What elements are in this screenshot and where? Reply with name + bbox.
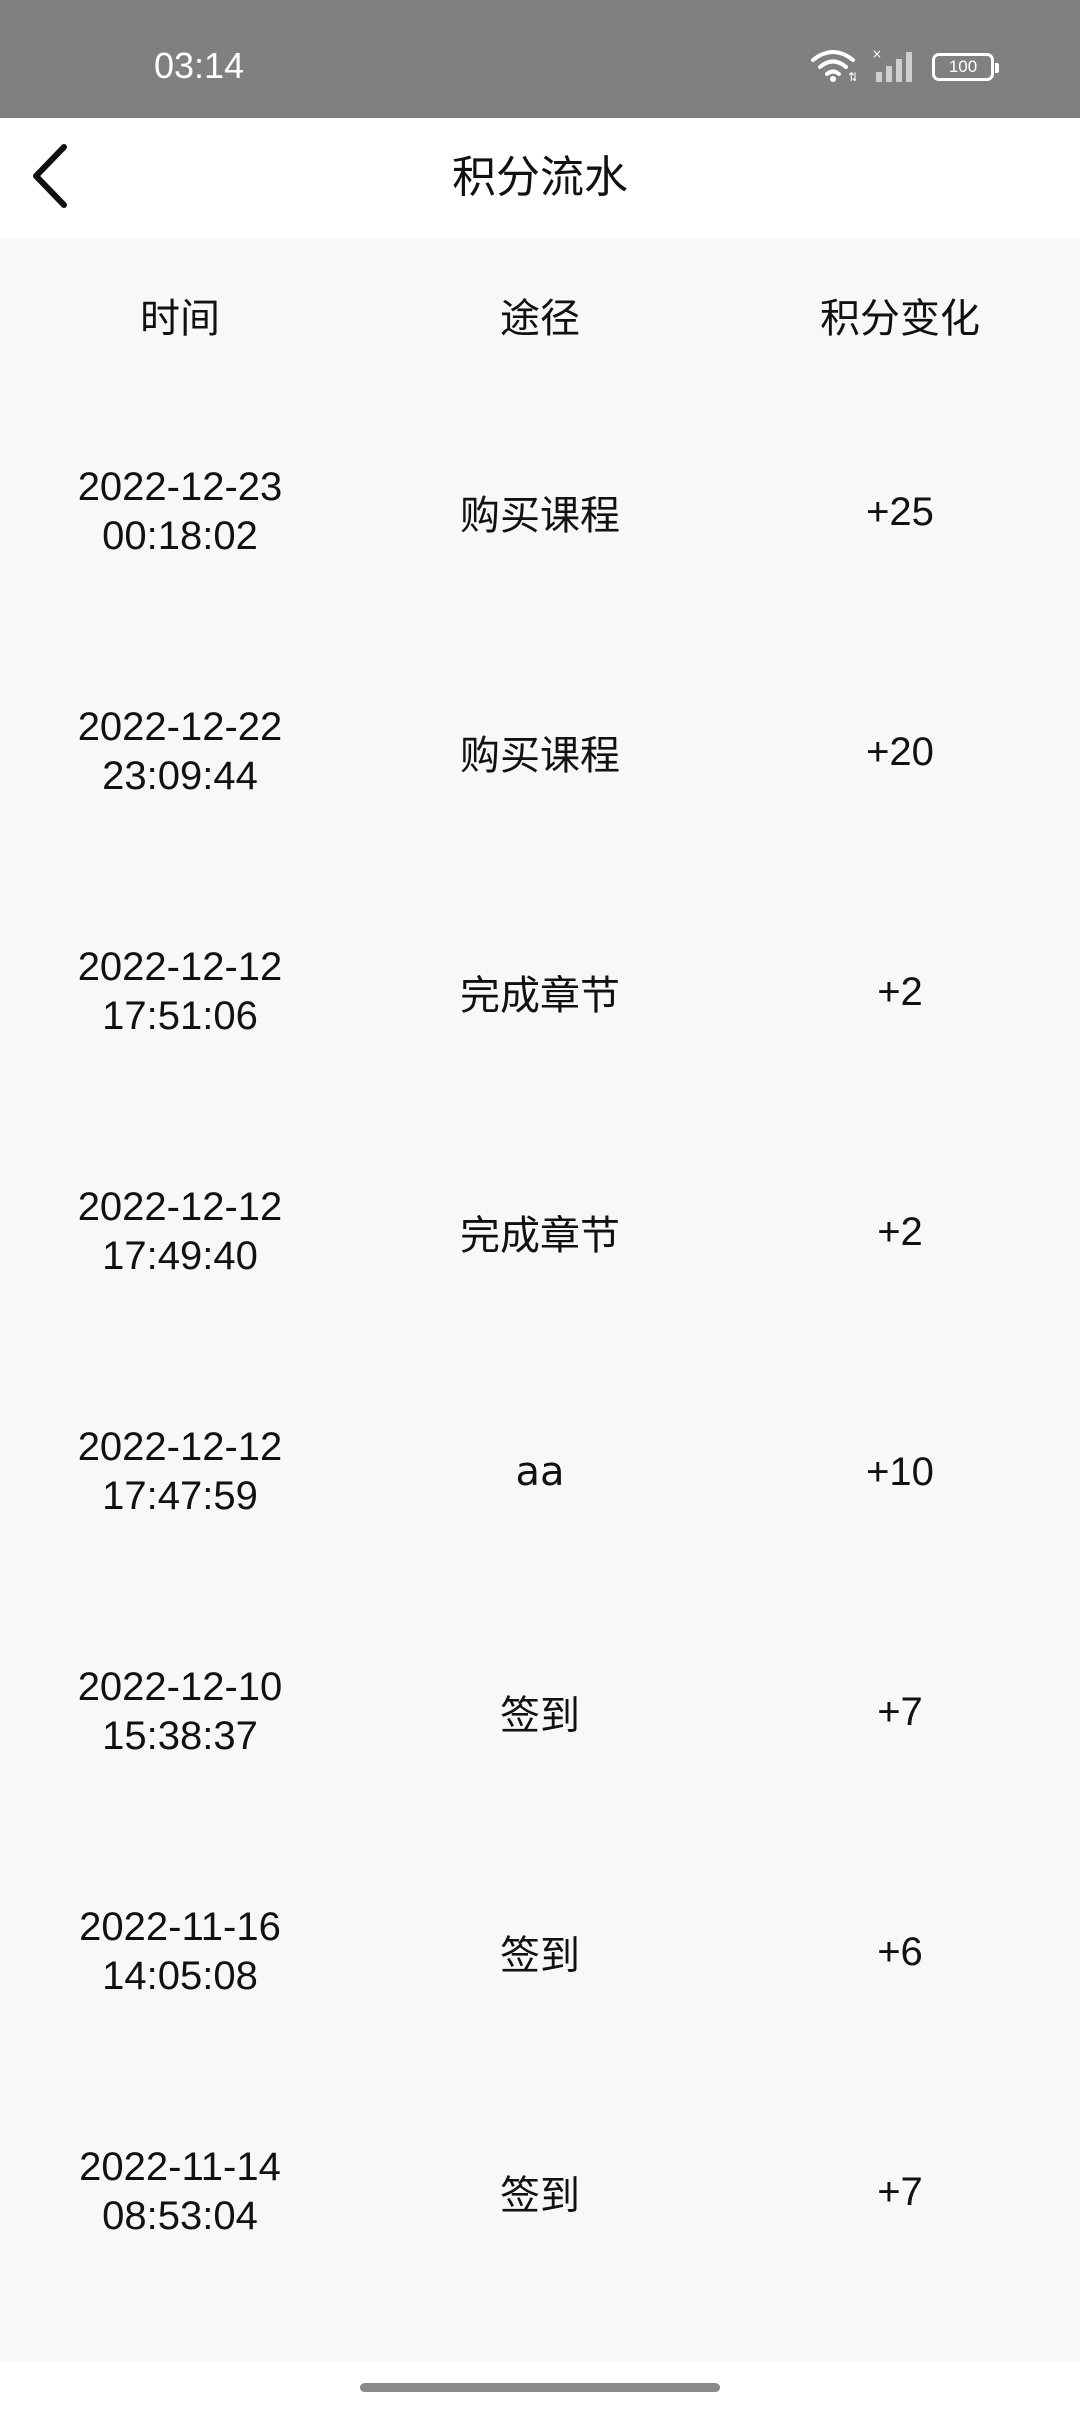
status-time: 03:14 [154, 45, 245, 86]
row-change: +7 [877, 1689, 923, 1734]
row-clock: 08:53:04 [102, 2194, 258, 2238]
row-clock: 23:09:44 [102, 754, 258, 798]
row-source: 签到 [500, 1693, 580, 1739]
signal-icon: × [872, 47, 916, 86]
battery-level: 100 [948, 57, 978, 76]
row-time: 2022-12-22 23:09:44 [0, 703, 360, 801]
row-clock: 17:51:06 [102, 994, 258, 1038]
page-title: 积分流水 [452, 152, 628, 203]
svg-text:×: × [872, 48, 882, 61]
row-source: 签到 [500, 1933, 580, 1979]
svg-text:⇅: ⇅ [848, 70, 856, 82]
row-change: +10 [866, 1449, 934, 1494]
table-header: 时间 途径 积分变化 [0, 238, 1080, 392]
row-time: 2022-12-10 15:38:37 [0, 1663, 360, 1761]
row-clock: 15:38:37 [102, 1714, 258, 1758]
navigation-bar [0, 2362, 1080, 2412]
table-row: 2022-12-10 15:38:37 签到 +7 [0, 1592, 1080, 1832]
row-change: +2 [877, 969, 923, 1014]
row-change: +2 [877, 1209, 923, 1254]
row-change: +7 [877, 2169, 923, 2214]
row-clock: 00:18:02 [102, 514, 258, 558]
column-header-change: 积分变化 [820, 296, 980, 342]
table-row: 2022-12-12 17:49:40 完成章节 +2 [0, 1112, 1080, 1352]
row-time: 2022-11-16 14:05:08 [0, 1903, 360, 2001]
row-date: 2022-12-23 [77, 465, 283, 509]
row-source: aa [515, 1449, 565, 1495]
row-time: 2022-12-12 17:51:06 [0, 943, 360, 1041]
row-source: 签到 [500, 2173, 580, 2219]
row-time: 2022-12-23 00:18:02 [0, 463, 360, 561]
row-source: 购买课程 [460, 733, 620, 779]
column-header-source: 途径 [500, 296, 580, 342]
home-indicator[interactable] [360, 2383, 720, 2392]
row-date: 2022-12-22 [77, 705, 283, 749]
points-table: 时间 途径 积分变化 2022-12-23 00:18:02 购买课程 +25 … [0, 238, 1080, 2312]
row-clock: 17:47:59 [102, 1474, 258, 1518]
row-source: 完成章节 [460, 1213, 620, 1259]
row-date: 2022-12-10 [77, 1665, 283, 1709]
status-icons: ⇅ × 100 [810, 47, 999, 86]
row-time: 2022-11-14 08:53:04 [0, 2143, 360, 2241]
wifi-icon: ⇅ [810, 48, 858, 86]
table-row: 2022-12-22 23:09:44 购买课程 +20 [0, 632, 1080, 872]
row-date: 2022-11-16 [79, 1905, 281, 1949]
row-source: 购买课程 [460, 493, 620, 539]
table-row: 2022-12-12 17:47:59 aa +10 [0, 1352, 1080, 1592]
status-bar: 03:14 ⇅ × 100 [0, 0, 1080, 118]
row-time: 2022-12-12 17:47:59 [0, 1423, 360, 1521]
table-row: 2022-12-12 17:51:06 完成章节 +2 [0, 872, 1080, 1112]
row-change: +25 [866, 489, 934, 534]
header: 积分流水 [0, 118, 1080, 238]
row-time: 2022-12-12 17:49:40 [0, 1183, 360, 1281]
row-date: 2022-12-12 [77, 945, 283, 989]
row-change: +6 [877, 1929, 923, 1974]
row-source: 完成章节 [460, 973, 620, 1019]
row-change: +20 [866, 729, 934, 774]
row-clock: 14:05:08 [102, 1954, 258, 1998]
column-header-time: 时间 [140, 296, 220, 342]
table-row: 2022-11-16 14:05:08 签到 +6 [0, 1832, 1080, 2072]
row-date: 2022-11-14 [79, 2145, 281, 2189]
table-row: 2022-12-23 00:18:02 购买课程 +25 [0, 392, 1080, 632]
row-clock: 17:49:40 [102, 1234, 258, 1278]
battery-icon: 100 [932, 53, 999, 81]
row-date: 2022-12-12 [77, 1425, 283, 1469]
row-date: 2022-12-12 [77, 1185, 283, 1229]
table-row: 2022-11-14 08:53:04 签到 +7 [0, 2072, 1080, 2312]
